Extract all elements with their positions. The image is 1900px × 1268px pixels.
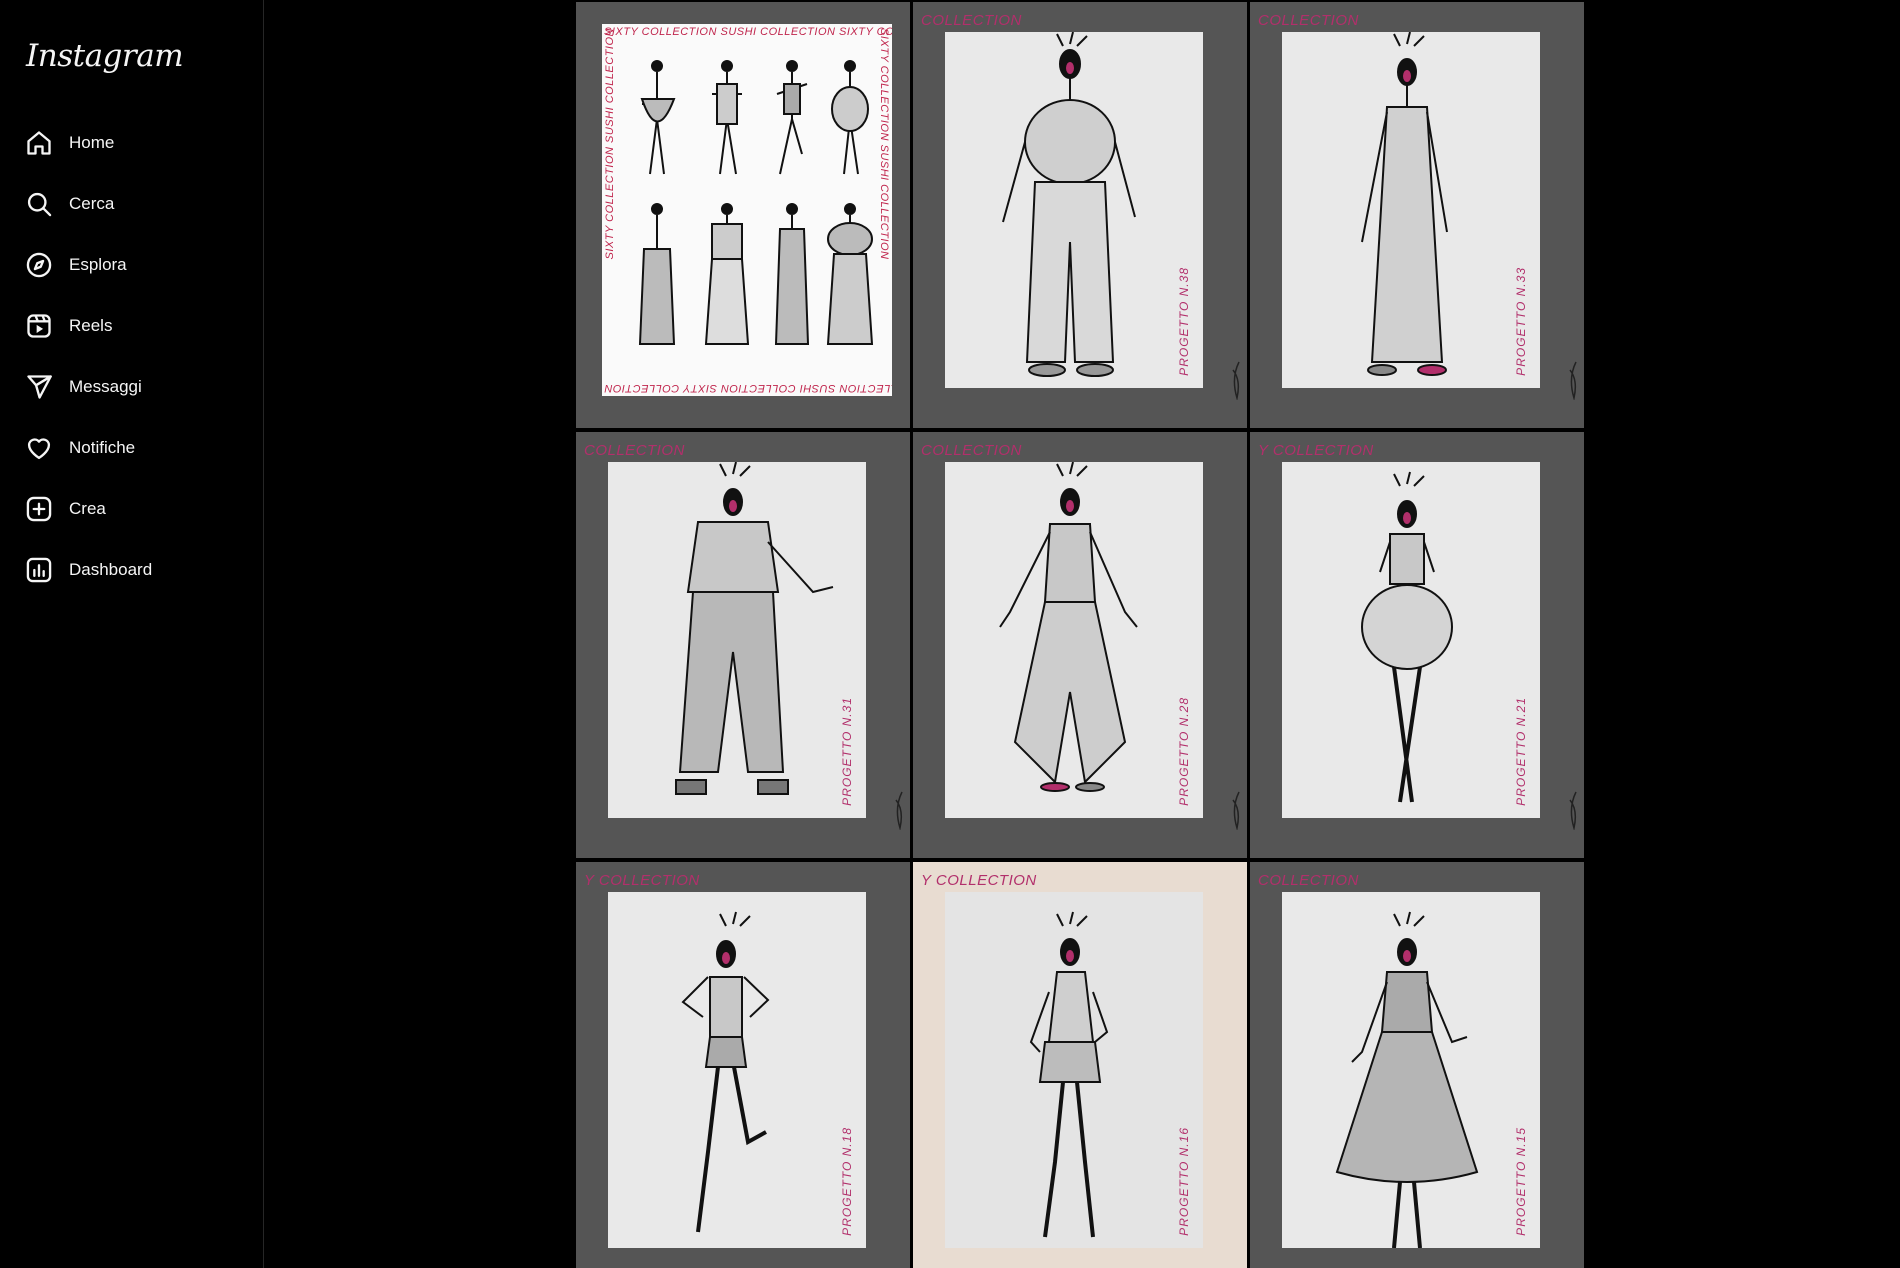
fashion-sketch bbox=[681, 911, 770, 1233]
home-icon bbox=[25, 129, 53, 157]
sidebar-item-label: Cerca bbox=[69, 193, 115, 213]
post-tile[interactable]: COLLECTION PROGETTO N.15 bbox=[1250, 862, 1584, 1268]
project-number: PROGETTO N.31 bbox=[840, 697, 854, 806]
post-tile[interactable]: SIXTY COLLECTION SUSHI COLLECTION SIXTY … bbox=[576, 2, 910, 428]
collection-header: COLLECTION bbox=[921, 442, 1022, 459]
sidebar-item-home[interactable]: Home bbox=[0, 112, 264, 173]
instagram-app: Instagram Home Cerca Esplora Reels Messa… bbox=[0, 0, 1900, 1268]
sidebar-item-label: Home bbox=[69, 132, 115, 152]
fashion-sketch bbox=[1361, 32, 1448, 376]
project-number: PROGETTO N.16 bbox=[1177, 1127, 1191, 1236]
signature-mark bbox=[1569, 791, 1577, 830]
search-icon bbox=[25, 190, 53, 218]
sidebar-item-explore[interactable]: Esplora bbox=[0, 234, 264, 295]
sketch-card: PROGETTO N.31 bbox=[608, 462, 866, 818]
fashion-sketch-group bbox=[638, 60, 874, 345]
sketch-card: PROGETTO N.38 bbox=[945, 32, 1203, 388]
collection-header: COLLECTION bbox=[1258, 872, 1359, 889]
sheet-border-text: SIXTY COLLECTION SUSHI COLLECTION SIXTY … bbox=[604, 382, 892, 394]
plus-square-icon bbox=[25, 495, 53, 523]
project-number: PROGETTO N.15 bbox=[1514, 1127, 1528, 1236]
sketch-card: PROGETTO N.16 bbox=[945, 892, 1203, 1248]
project-number: PROGETTO N.18 bbox=[840, 1127, 854, 1236]
sidebar-item-label: Dashboard bbox=[69, 559, 153, 579]
collection-header: COLLECTION bbox=[584, 442, 685, 459]
reels-icon bbox=[25, 312, 53, 340]
sidebar-item-notifications[interactable]: Notifiche bbox=[0, 417, 264, 478]
sidebar-item-dashboard[interactable]: Dashboard bbox=[0, 539, 264, 600]
post-tile[interactable]: Y COLLECTION PROGETTO N.21 bbox=[1250, 432, 1584, 858]
post-tile[interactable]: COLLECTION PROGETTO N.31 bbox=[576, 432, 910, 858]
post-tile[interactable]: Y COLLECTION PROGETTO N.18 bbox=[576, 862, 910, 1268]
project-number: PROGETTO N.38 bbox=[1177, 267, 1191, 376]
sidebar-item-reels[interactable]: Reels bbox=[0, 295, 264, 356]
post-tile[interactable]: COLLECTION PROGETTO N.38 bbox=[913, 2, 1247, 428]
sidebar-item-label: Esplora bbox=[69, 254, 127, 274]
dashboard-icon bbox=[25, 556, 53, 584]
sheet-border-text: SIXTY COLLECTION SUSHI COLLECTION bbox=[604, 28, 616, 260]
send-icon bbox=[25, 373, 53, 401]
signature-mark bbox=[895, 791, 903, 830]
sidebar-nav: Home Cerca Esplora Reels Messaggi Notifi… bbox=[0, 112, 264, 600]
sidebar-item-label: Messaggi bbox=[69, 376, 142, 396]
fashion-sketch bbox=[1029, 911, 1109, 1238]
post-tile[interactable]: COLLECTION PROGETTO N.33 bbox=[1250, 2, 1584, 428]
signature-mark bbox=[1569, 361, 1577, 400]
collection-header: COLLECTION bbox=[921, 12, 1022, 29]
sidebar-item-create[interactable]: Crea bbox=[0, 478, 264, 539]
fashion-sketch bbox=[1335, 911, 1479, 1248]
collection-header: COLLECTION bbox=[1258, 12, 1359, 29]
signature-mark bbox=[1232, 791, 1240, 830]
sidebar-item-label: Crea bbox=[69, 498, 106, 518]
post-tile[interactable]: COLLECTION PROGETTO N.28 bbox=[913, 432, 1247, 858]
post-tile[interactable]: Y COLLECTION PROGETTO N.16 bbox=[913, 862, 1247, 1268]
fashion-sketch bbox=[999, 462, 1138, 792]
sidebar: Instagram Home Cerca Esplora Reels Messa… bbox=[0, 0, 264, 1268]
collection-header: Y COLLECTION bbox=[1258, 442, 1374, 459]
project-number: PROGETTO N.21 bbox=[1514, 697, 1528, 806]
sheet-border-text: SIXTY COLLECTION SUSHI COLLECTION SIXTY … bbox=[604, 26, 892, 38]
project-number: PROGETTO N.28 bbox=[1177, 697, 1191, 806]
instagram-logo[interactable]: Instagram bbox=[26, 38, 184, 74]
heart-icon bbox=[25, 434, 53, 462]
collection-header: Y COLLECTION bbox=[921, 872, 1037, 889]
sketch-card: PROGETTO N.15 bbox=[1282, 892, 1540, 1248]
sidebar-item-label: Reels bbox=[69, 315, 113, 335]
fashion-sketch bbox=[675, 462, 834, 795]
fashion-sketch bbox=[1361, 471, 1453, 803]
fashion-sketch bbox=[1002, 32, 1136, 377]
post-grid: SIXTY COLLECTION SUSHI COLLECTION SIXTY … bbox=[576, 2, 1584, 1268]
sidebar-item-label: Notifiche bbox=[69, 437, 136, 457]
sidebar-item-messages[interactable]: Messaggi bbox=[0, 356, 264, 417]
sidebar-item-search[interactable]: Cerca bbox=[0, 173, 264, 234]
signature-mark bbox=[1232, 361, 1240, 400]
collection-header: Y COLLECTION bbox=[584, 872, 700, 889]
project-number: PROGETTO N.33 bbox=[1514, 267, 1528, 376]
compass-icon bbox=[25, 251, 53, 279]
sketch-card: PROGETTO N.33 bbox=[1282, 32, 1540, 388]
sketch-card: PROGETTO N.21 bbox=[1282, 462, 1540, 818]
sheet-border-text: SIXTY COLLECTION SUSHI COLLECTION bbox=[878, 28, 890, 260]
sketch-card: PROGETTO N.18 bbox=[608, 892, 866, 1248]
collection-sheet: SIXTY COLLECTION SUSHI COLLECTION SIXTY … bbox=[602, 24, 892, 396]
sketch-card: PROGETTO N.28 bbox=[945, 462, 1203, 818]
